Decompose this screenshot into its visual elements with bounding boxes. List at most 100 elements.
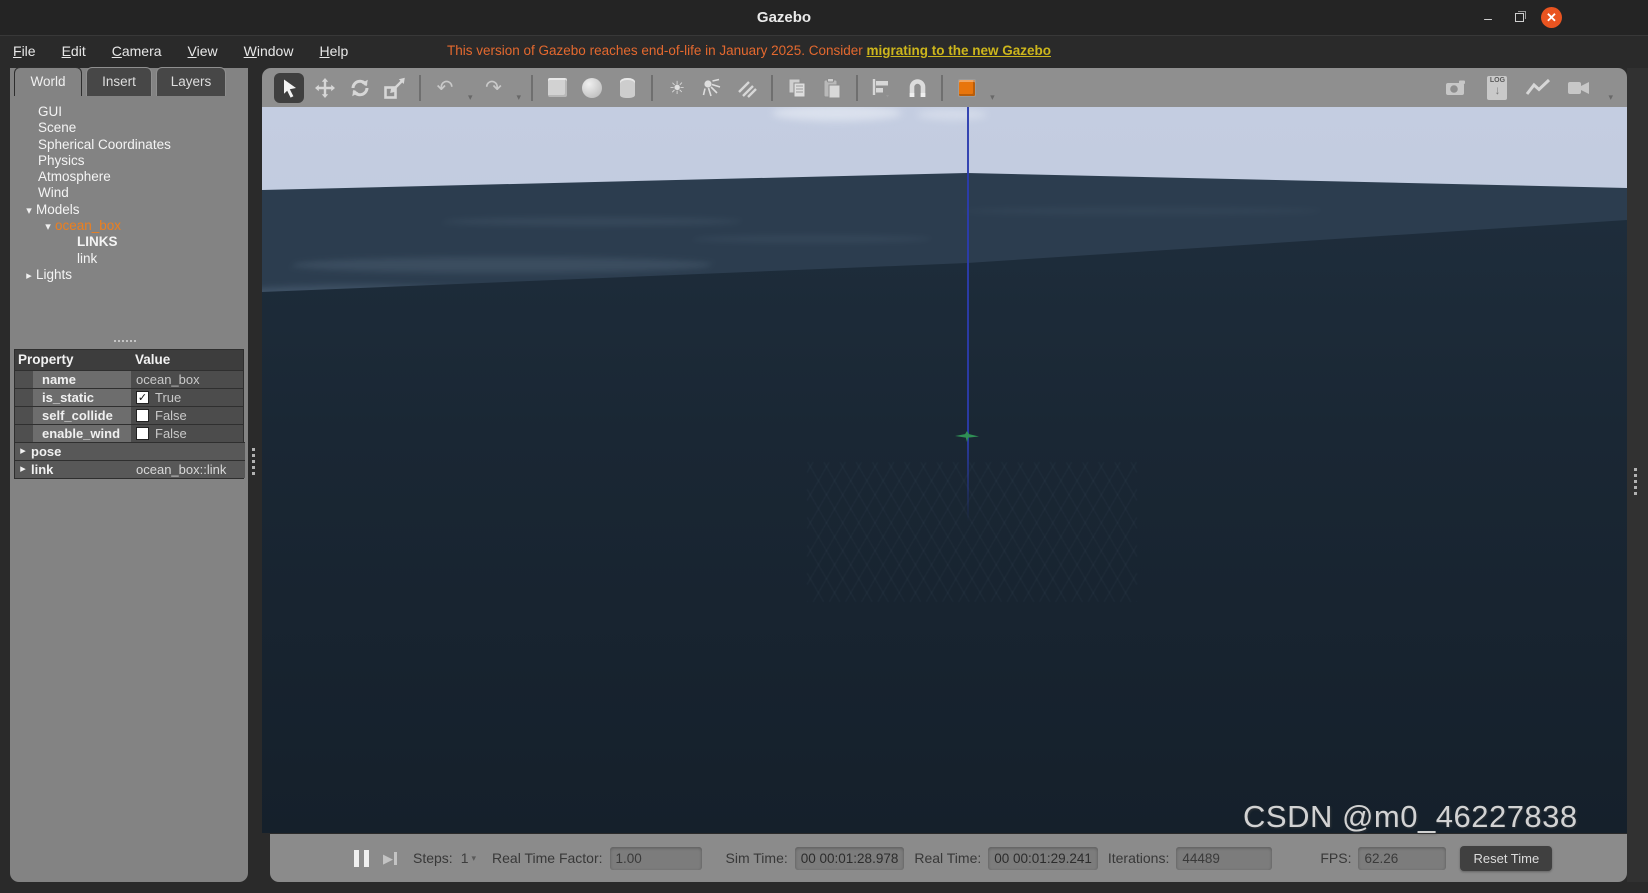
screenshot-button[interactable] — [1442, 74, 1470, 102]
tree-item-spherical[interactable]: Spherical Coordinates — [10, 137, 248, 153]
tree-item-label: Lights — [36, 266, 73, 282]
tree-item-wind[interactable]: Wind — [10, 185, 248, 201]
tree-item-label: ocean_box — [55, 218, 122, 234]
row-gutter — [15, 425, 33, 442]
toolbar-right-group: LOG ↓ ▾ — [1442, 68, 1613, 107]
checkbox-checked[interactable]: ✓ — [136, 391, 149, 404]
directional-light-button[interactable] — [733, 74, 761, 102]
render-canvas[interactable] — [262, 107, 1627, 833]
scale-tool-button[interactable] — [381, 74, 409, 102]
menu-edit[interactable]: Edit — [49, 43, 99, 59]
cloud — [917, 109, 987, 120]
pause-button[interactable] — [354, 849, 369, 867]
align-button[interactable] — [868, 74, 896, 102]
table-row-self-collide[interactable]: self_collide False — [15, 406, 243, 424]
snap-button[interactable] — [903, 74, 931, 102]
undo-dropdown-caret[interactable]: ▾ — [468, 92, 473, 107]
right-splitter-handle[interactable] — [1634, 468, 1637, 495]
render-toolbar: ↶ ▾ ↷ ▾ ☀ ▾ LOG ↓ ▾ — [262, 68, 1627, 107]
checkbox-unchecked[interactable] — [136, 427, 149, 440]
restore-button[interactable] — [1510, 8, 1530, 28]
record-dropdown-caret[interactable]: ▾ — [1608, 92, 1613, 107]
log-icon: LOG ↓ — [1487, 75, 1508, 100]
data-logger-button[interactable]: LOG ↓ — [1483, 74, 1511, 102]
copy-button[interactable] — [783, 74, 811, 102]
insert-cylinder-button[interactable] — [613, 74, 641, 102]
tree-item-lights[interactable]: ▸ Lights — [10, 267, 248, 283]
reset-time-button[interactable]: Reset Time — [1460, 845, 1553, 871]
undo-button[interactable]: ↶ — [431, 74, 459, 102]
align-icon — [872, 78, 890, 97]
table-row-is-static[interactable]: is_static ✓ True — [15, 388, 243, 406]
tab-layers[interactable]: Layers — [156, 67, 226, 96]
steps-spinner[interactable]: 1 — [461, 850, 469, 866]
expand-closed-icon[interactable]: ▸ — [15, 443, 31, 460]
world-tree: GUI Scene Spherical Coordinates Physics … — [10, 104, 248, 283]
iterations-field: 44489 — [1176, 846, 1273, 870]
menu-help[interactable]: Help — [306, 43, 361, 59]
eol-warning-text: This version of Gazebo reaches end-of-li… — [447, 43, 867, 58]
minimize-button[interactable]: – — [1478, 8, 1498, 28]
expand-open-icon[interactable]: ▾ — [22, 203, 36, 219]
view-angle-dropdown-caret[interactable]: ▾ — [990, 92, 995, 107]
rotate-tool-button[interactable] — [346, 74, 374, 102]
checkbox-label: True — [155, 390, 182, 405]
redo-button[interactable]: ↷ — [480, 74, 508, 102]
tree-item-scene[interactable]: Scene — [10, 120, 248, 136]
menu-camera[interactable]: Camera — [99, 43, 175, 59]
tree-item-links[interactable]: LINKS — [10, 234, 248, 250]
toolbar-separator — [531, 74, 534, 101]
select-tool-button[interactable] — [274, 72, 304, 103]
right-panel-strip — [1627, 68, 1648, 882]
move-icon — [315, 77, 335, 98]
checkbox-unchecked[interactable] — [136, 409, 149, 422]
eol-migrate-link[interactable]: migrating to the new Gazebo — [866, 43, 1051, 58]
step-button[interactable]: ▶ — [383, 851, 397, 865]
close-button[interactable]: ✕ — [1541, 7, 1562, 28]
sphere-icon — [582, 77, 603, 98]
left-splitter-handle[interactable] — [252, 448, 255, 475]
panel-splitter-handle[interactable] — [114, 340, 144, 345]
viewport: ↶ ▾ ↷ ▾ ☀ ▾ LOG ↓ ▾ — [262, 68, 1627, 833]
expand-closed-icon[interactable]: ▸ — [22, 268, 36, 284]
real-time-field: 00 00:01:29.241 — [988, 846, 1098, 870]
menu-file[interactable]: File — [0, 43, 49, 59]
menu-view[interactable]: View — [175, 43, 231, 59]
spot-light-button[interactable] — [698, 74, 726, 102]
ocean-mesh-wireframe — [807, 462, 1137, 602]
iterations-label: Iterations: — [1107, 850, 1170, 866]
tree-item-models[interactable]: ▾ Models — [10, 202, 248, 218]
record-video-button[interactable] — [1565, 74, 1593, 102]
view-angle-button[interactable] — [953, 74, 981, 102]
translate-tool-button[interactable] — [311, 74, 339, 102]
camera-icon — [1446, 80, 1466, 95]
insert-box-button[interactable] — [543, 74, 571, 102]
table-row-pose[interactable]: ▸ pose — [15, 442, 245, 460]
tree-item-ocean-box[interactable]: ▾ ocean_box — [10, 218, 248, 234]
simulation-status-bar: ▶ Steps: 1 ▾ Real Time Factor: 1.00 Sim … — [270, 834, 1627, 882]
expand-open-icon[interactable]: ▾ — [41, 219, 55, 235]
menu-window[interactable]: Window — [231, 43, 307, 59]
steps-dropdown-caret[interactable]: ▾ — [472, 853, 477, 864]
table-row-enable-wind[interactable]: enable_wind False — [15, 424, 243, 442]
property-value: False — [131, 407, 243, 424]
plot-button[interactable] — [1524, 74, 1552, 102]
tree-item-label: Models — [36, 201, 80, 217]
tree-item-atmosphere[interactable]: Atmosphere — [10, 169, 248, 185]
expand-closed-icon[interactable]: ▸ — [15, 461, 31, 478]
paste-button[interactable] — [818, 74, 846, 102]
table-row-name[interactable]: name ocean_box — [15, 370, 243, 388]
tab-insert[interactable]: Insert — [86, 67, 152, 96]
insert-sphere-button[interactable] — [578, 74, 606, 102]
table-row-link[interactable]: ▸ link ocean_box::link — [15, 460, 245, 478]
tab-world[interactable]: World — [14, 67, 82, 96]
tree-item-physics[interactable]: Physics — [10, 153, 248, 169]
fps-field: 62.26 — [1358, 846, 1447, 870]
tree-item-gui[interactable]: GUI — [10, 104, 248, 120]
rtf-field[interactable]: 1.00 — [609, 846, 702, 870]
box-icon — [547, 78, 567, 97]
property-label: name — [33, 371, 131, 388]
point-light-button[interactable]: ☀ — [663, 74, 691, 102]
tree-item-link[interactable]: link — [10, 251, 248, 267]
redo-dropdown-caret[interactable]: ▾ — [517, 92, 522, 107]
